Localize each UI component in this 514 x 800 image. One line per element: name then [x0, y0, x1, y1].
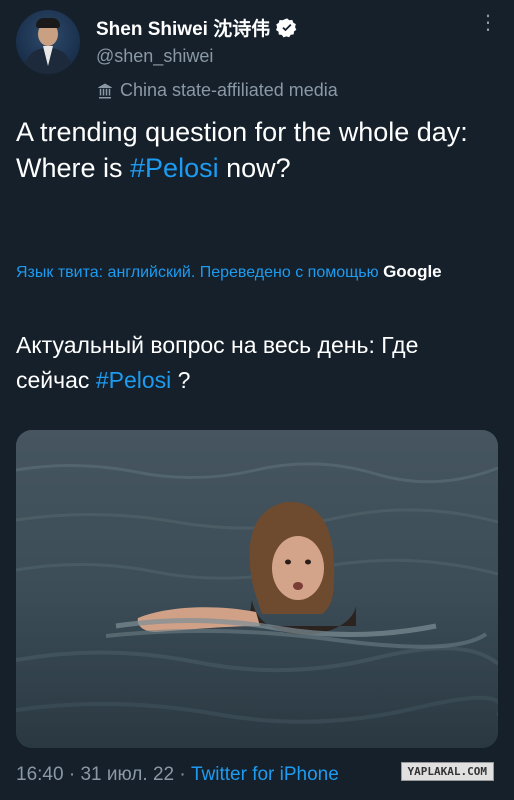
avatar[interactable]: [16, 10, 80, 74]
footer-separator-2: ·: [179, 764, 186, 785]
author-handle[interactable]: @shen_shiwei: [96, 46, 213, 67]
author-name-row[interactable]: Shen Shiwei 沈诗伟: [96, 14, 298, 41]
tweet-header: Shen Shiwei 沈诗伟 @shen_shiwei China state…: [16, 10, 498, 110]
swimmer-photo: [16, 430, 498, 748]
tweet-media-image[interactable]: [16, 430, 498, 748]
translated-hashtag-link[interactable]: #Pelosi: [96, 367, 171, 393]
translated-text-before: Актуальный вопрос на весь день: Где сейч…: [16, 332, 419, 393]
tweet-text: A trending question for the whole day: W…: [16, 114, 496, 187]
tweet-time: 16:40: [16, 764, 64, 785]
state-affiliated-label[interactable]: China state-affiliated media: [96, 80, 338, 101]
footer-separator: ·: [68, 764, 76, 785]
more-options-icon[interactable]: ⋮: [478, 13, 498, 33]
google-logo: Google: [383, 262, 442, 281]
verified-badge-icon: [276, 17, 297, 37]
site-watermark: YAPLAKAL.COM: [400, 762, 494, 781]
translated-text-after: ?: [171, 366, 191, 393]
tweet-text-after: now?: [218, 153, 291, 184]
tweet-footer: 16:40 · 31 июл. 22 · Twitter for iPhone: [16, 764, 339, 786]
author-name[interactable]: Shen Shiwei 沈诗伟: [96, 14, 270, 41]
translation-note-text: Язык твита: английский. Переведено с пом…: [16, 264, 379, 281]
state-media-icon: [98, 83, 112, 98]
affiliation-text: China state-affiliated media: [120, 80, 338, 100]
tweet-source-link[interactable]: Twitter for iPhone: [191, 764, 339, 785]
translated-tweet-text: Актуальный вопрос на весь день: Где сейч…: [16, 328, 496, 397]
hashtag-link[interactable]: #Pelosi: [130, 153, 219, 183]
translation-note[interactable]: Язык твита: английский. Переведено с пом…: [16, 258, 496, 286]
tweet-date: 31 июл. 22: [80, 764, 175, 785]
